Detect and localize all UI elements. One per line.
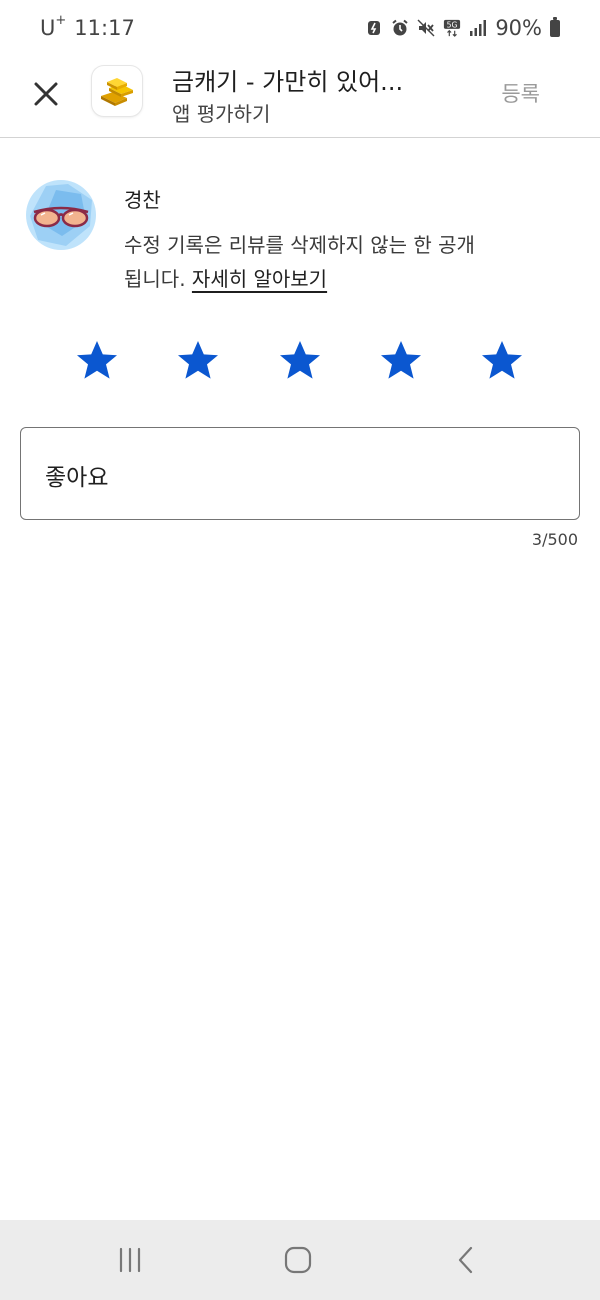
star-icon [280, 341, 320, 379]
character-counter: 3/500 [531, 530, 578, 549]
star-icon [482, 341, 522, 379]
app-title: 금캐기 - 가만히 있어... [172, 68, 404, 96]
battery-percent: 90% [495, 16, 542, 40]
sunglasses-avatar-icon [26, 180, 96, 250]
mute-icon [417, 19, 435, 37]
signal-icon [469, 19, 487, 37]
user-name: 경찬 [124, 188, 161, 212]
recents-icon [119, 1247, 141, 1273]
star-icon [381, 341, 421, 379]
svg-text:5G: 5G [447, 21, 458, 30]
carrier-label: U+ [40, 13, 67, 40]
home-button[interactable] [278, 1240, 318, 1280]
learn-more-link[interactable]: 자세히 알아보기 [192, 267, 327, 291]
clock: 11:17 [74, 16, 135, 40]
star-5-button[interactable] [476, 334, 528, 386]
star-rating [0, 334, 600, 390]
network-5g-icon: 5G [443, 19, 461, 37]
submit-button[interactable]: 등록 [501, 78, 540, 108]
app-bar: 금캐기 - 가만히 있어... 앱 평가하기 등록 [0, 56, 600, 138]
back-button[interactable] [446, 1240, 486, 1280]
status-right: 5G 90% [365, 16, 560, 40]
star-1-button[interactable] [71, 334, 123, 386]
star-icon [77, 341, 117, 379]
home-icon [284, 1246, 312, 1274]
close-button[interactable] [24, 72, 68, 116]
system-navigation-bar [0, 1220, 600, 1300]
battery-icon [550, 16, 560, 37]
star-4-button[interactable] [375, 334, 427, 386]
app-icon [92, 66, 142, 116]
edit-history-notice: 수정 기록은 리뷰를 삭제하지 않는 한 공개됩니다. 자세히 알아보기 [124, 228, 484, 296]
page-subtitle: 앱 평가하기 [172, 102, 271, 126]
alarm-icon [391, 19, 409, 37]
avatar [26, 180, 96, 250]
recents-button[interactable] [110, 1240, 150, 1280]
star-icon [178, 341, 218, 379]
data-saver-icon [365, 19, 383, 37]
close-icon [34, 82, 58, 106]
back-icon [458, 1246, 473, 1274]
status-left: U+ 11:17 [40, 13, 135, 40]
gold-bars-icon [101, 78, 133, 106]
review-text-input[interactable]: 좋아요 [20, 427, 580, 520]
status-bar: U+ 11:17 5G 90% [0, 0, 600, 56]
star-3-button[interactable] [274, 334, 326, 386]
star-2-button[interactable] [172, 334, 224, 386]
